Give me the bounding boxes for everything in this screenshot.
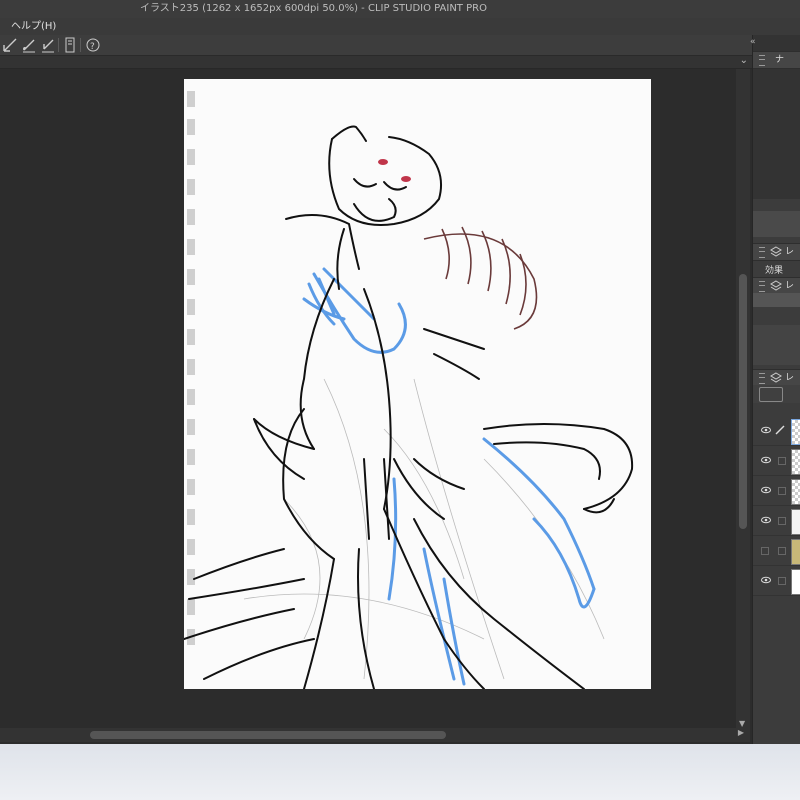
lock-toggle[interactable] (778, 577, 786, 585)
os-taskbar (0, 744, 800, 800)
grip-icon (759, 247, 765, 258)
layer-property-tab[interactable]: レ (753, 243, 800, 261)
layer-thumbnail (791, 449, 800, 475)
layer-toolbar (753, 385, 800, 403)
layer-property-label: レ (785, 247, 795, 257)
layer-row[interactable] (753, 507, 800, 536)
layers-icon (770, 280, 782, 291)
lineart (184, 125, 634, 689)
canvas-area[interactable] (0, 69, 736, 728)
svg-text:?: ? (90, 42, 95, 52)
chevron-down-icon[interactable]: ⌄ (740, 55, 748, 66)
pencil-line-icon[interactable] (40, 37, 56, 53)
scroll-right-icon[interactable]: ▶ (738, 728, 744, 737)
layer-thumbnail (791, 419, 800, 445)
brown-sketch (423, 226, 538, 330)
eye-icon[interactable] (761, 575, 771, 585)
blue-sketch (302, 267, 596, 686)
sketch-artwork (184, 91, 634, 689)
layer-search-button[interactable] (753, 293, 800, 307)
collapse-icon[interactable]: « (750, 37, 756, 47)
layer-row[interactable] (753, 477, 800, 506)
lock-toggle[interactable] (778, 457, 786, 465)
brush-size-slider[interactable] (753, 211, 800, 237)
grip-icon (759, 281, 765, 292)
title-bar: イラスト235 (1262 x 1652px 600dpi 50.0%) - C… (0, 0, 800, 18)
layers-icon (770, 246, 782, 257)
eye-icon[interactable] (761, 425, 771, 435)
grip-icon (759, 55, 765, 66)
menu-help[interactable]: ヘルプ(H) (11, 18, 56, 35)
layer-thumbnail (791, 539, 800, 565)
lock-toggle[interactable] (778, 547, 786, 555)
lock-toggle[interactable] (778, 517, 786, 525)
blend-mode-dropdown[interactable] (759, 387, 783, 402)
scroll-down-icon[interactable]: ▼ (739, 719, 745, 728)
window-title: イラスト235 (1262 x 1652px 600dpi 50.0%) - C… (140, 3, 487, 14)
brush-icon[interactable] (21, 37, 37, 53)
vertical-scrollbar[interactable]: ▼ (736, 69, 750, 728)
layer-row[interactable] (753, 567, 800, 596)
layers-icon (770, 372, 782, 383)
red-accents (378, 159, 411, 182)
binder-marks (187, 91, 195, 645)
navigator-tab[interactable]: ナ (753, 51, 800, 69)
layer-search-label: レ (785, 281, 795, 291)
effect-label: 効果 (765, 266, 784, 276)
eye-icon[interactable] (761, 515, 771, 525)
panel-icon[interactable] (62, 37, 78, 53)
eye-icon[interactable] (761, 485, 771, 495)
toolbar-separator (58, 38, 59, 52)
pen-icon (775, 425, 785, 435)
lock-toggle[interactable] (778, 487, 786, 495)
layer-search-content (753, 325, 800, 365)
toolbar-separator (80, 38, 81, 52)
layer-row[interactable] (753, 417, 800, 446)
layer-thumbnail (791, 479, 800, 505)
layer-panel-label: レ (785, 373, 795, 383)
vertical-scroll-thumb[interactable] (739, 274, 747, 529)
right-dock-panel: « ナ レ 効果 レ レ (750, 35, 800, 765)
tool-property-bar: ⌄ (0, 55, 752, 69)
visibility-toggle-off[interactable] (761, 547, 769, 555)
layer-thumbnail (791, 509, 800, 535)
layer-row[interactable] (753, 447, 800, 476)
grip-icon (759, 373, 765, 384)
layer-row[interactable] (753, 537, 800, 566)
help-bubble-icon[interactable]: ? (85, 37, 101, 53)
pen-ruler-icon[interactable] (2, 37, 18, 53)
command-toolbar: ? (0, 35, 752, 56)
navigator-tab-label: ナ (775, 55, 785, 65)
horizontal-scrollbar[interactable]: ▶ (0, 728, 750, 742)
eye-icon[interactable] (761, 455, 771, 465)
layer-thumbnail (791, 569, 800, 595)
horizontal-scroll-thumb[interactable] (90, 731, 446, 739)
menu-bar: ヘルプ(H) (0, 18, 800, 35)
navigator-content (753, 69, 800, 199)
drawing-canvas[interactable] (184, 79, 651, 689)
